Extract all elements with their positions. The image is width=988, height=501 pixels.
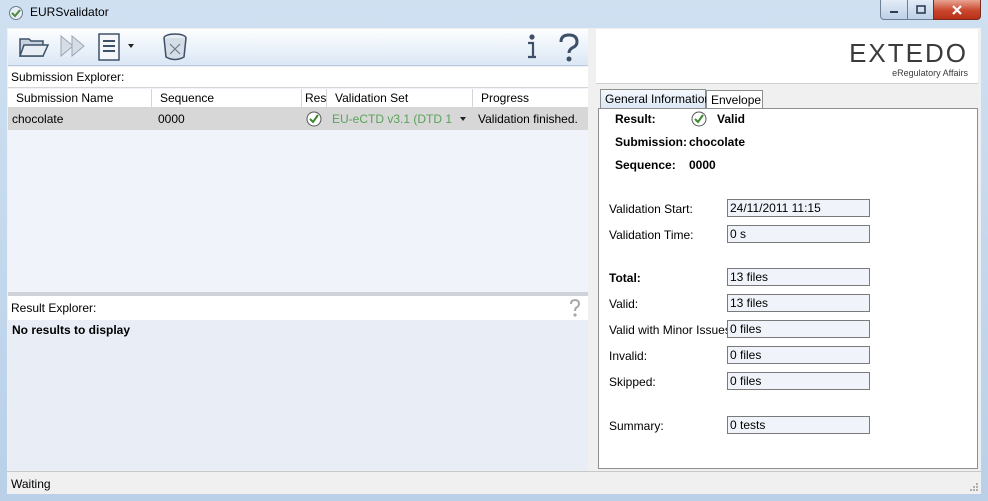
validation-time-field[interactable]: 0 s xyxy=(727,225,870,243)
help-icon[interactable] xyxy=(568,298,582,318)
app-icon xyxy=(9,6,23,20)
submission-value: chocolate xyxy=(689,135,746,149)
validation-start-field[interactable]: 24/11/2011 11:15 xyxy=(727,199,870,217)
check-icon xyxy=(306,111,322,127)
folder-open-icon[interactable] xyxy=(18,32,50,60)
status-text: Waiting xyxy=(11,477,51,491)
result-explorer-body: No results to display xyxy=(8,320,588,471)
sequence-label: Sequence: xyxy=(615,158,676,172)
invalid-label: Invalid: xyxy=(609,349,648,363)
validation-time-label: Validation Time: xyxy=(609,228,694,242)
title-bar[interactable]: EURSvalidator xyxy=(0,0,988,26)
skipped-label: Skipped: xyxy=(609,375,656,389)
status-bar: Waiting xyxy=(7,471,981,494)
help-icon[interactable] xyxy=(556,32,582,64)
validation-start-label: Validation Start: xyxy=(609,202,693,216)
tab-general-information[interactable]: General Information xyxy=(600,89,711,109)
column-header-result[interactable]: Result xyxy=(302,89,327,107)
toolbar xyxy=(8,29,588,66)
valid-field[interactable]: 13 files xyxy=(727,294,870,312)
sequence-value: 0000 xyxy=(689,158,716,172)
minimize-button[interactable] xyxy=(880,0,908,20)
column-header-progress[interactable]: Progress xyxy=(473,89,588,107)
logo: EXTEDO xyxy=(849,38,968,68)
invalid-field[interactable]: 0 files xyxy=(727,346,870,364)
info-icon[interactable] xyxy=(522,32,542,62)
submission-explorer-header: Submission Explorer: xyxy=(8,67,588,88)
table-row[interactable]: chocolate 0000 EU-eCTD v3.1 (DTD 1... Va… xyxy=(8,108,588,130)
cell-sequence: 0000 xyxy=(158,112,185,126)
dropdown-arrow-icon[interactable] xyxy=(126,42,136,50)
valid-label: Valid: xyxy=(609,297,639,311)
submission-explorer-title: Submission Explorer: xyxy=(11,70,125,84)
check-icon xyxy=(691,111,707,127)
cell-validation-set[interactable]: EU-eCTD v3.1 (DTD 1... xyxy=(328,108,453,130)
logo-panel: EXTEDO eRegulatory Affairs xyxy=(596,29,978,84)
database-icon[interactable] xyxy=(161,32,189,62)
valid-minor-issues-field[interactable]: 0 files xyxy=(727,320,870,338)
general-information-page: Result: Valid Submission: chocolate Sequ… xyxy=(598,108,978,469)
client-area: Submission Explorer: Submission Name Seq… xyxy=(7,28,981,494)
result-label: Result: xyxy=(615,112,656,126)
left-pane: Submission Explorer: Submission Name Seq… xyxy=(7,28,589,471)
cell-submission-name: chocolate xyxy=(12,112,64,126)
column-header-sequence[interactable]: Sequence xyxy=(152,89,302,107)
application-window: EURSvalidator Submission Explorer: Submi… xyxy=(0,0,988,501)
maximize-button[interactable] xyxy=(907,0,934,20)
total-label: Total: xyxy=(609,271,641,285)
play-icon[interactable] xyxy=(58,32,88,60)
empty-results-text: No results to display xyxy=(12,323,131,337)
valid-minor-issues-label: Valid with Minor Issues: xyxy=(609,323,735,337)
window-title: EURSvalidator xyxy=(30,5,109,19)
summary-label: Summary: xyxy=(609,419,664,433)
resize-grip-icon[interactable] xyxy=(969,482,979,492)
summary-field[interactable]: 0 tests xyxy=(727,416,870,434)
result-value: Valid xyxy=(717,112,746,126)
minimize-icon xyxy=(890,10,898,13)
maximize-icon xyxy=(915,5,926,14)
result-explorer-header: Result Explorer: xyxy=(8,296,588,320)
close-icon xyxy=(952,4,962,15)
skipped-field[interactable]: 0 files xyxy=(727,372,870,390)
cell-result xyxy=(304,108,326,130)
grid-header: Submission Name Sequence Result Validati… xyxy=(8,89,588,108)
chevron-down-icon[interactable] xyxy=(459,116,467,122)
cell-progress: Validation finished. xyxy=(478,112,578,126)
submission-label: Submission: xyxy=(615,135,688,149)
total-field[interactable]: 13 files xyxy=(727,268,870,286)
report-icon[interactable] xyxy=(96,32,124,62)
column-header-submission-name[interactable]: Submission Name xyxy=(8,89,152,107)
result-explorer-title: Result Explorer: xyxy=(11,301,97,315)
right-pane: EXTEDO eRegulatory Affairs General Infor… xyxy=(596,29,980,471)
close-button[interactable] xyxy=(933,0,981,20)
tab-envelope[interactable]: Envelope xyxy=(706,90,763,109)
logo-tagline: eRegulatory Affairs xyxy=(892,68,968,78)
column-header-validation-set[interactable]: Validation Set xyxy=(327,89,473,107)
